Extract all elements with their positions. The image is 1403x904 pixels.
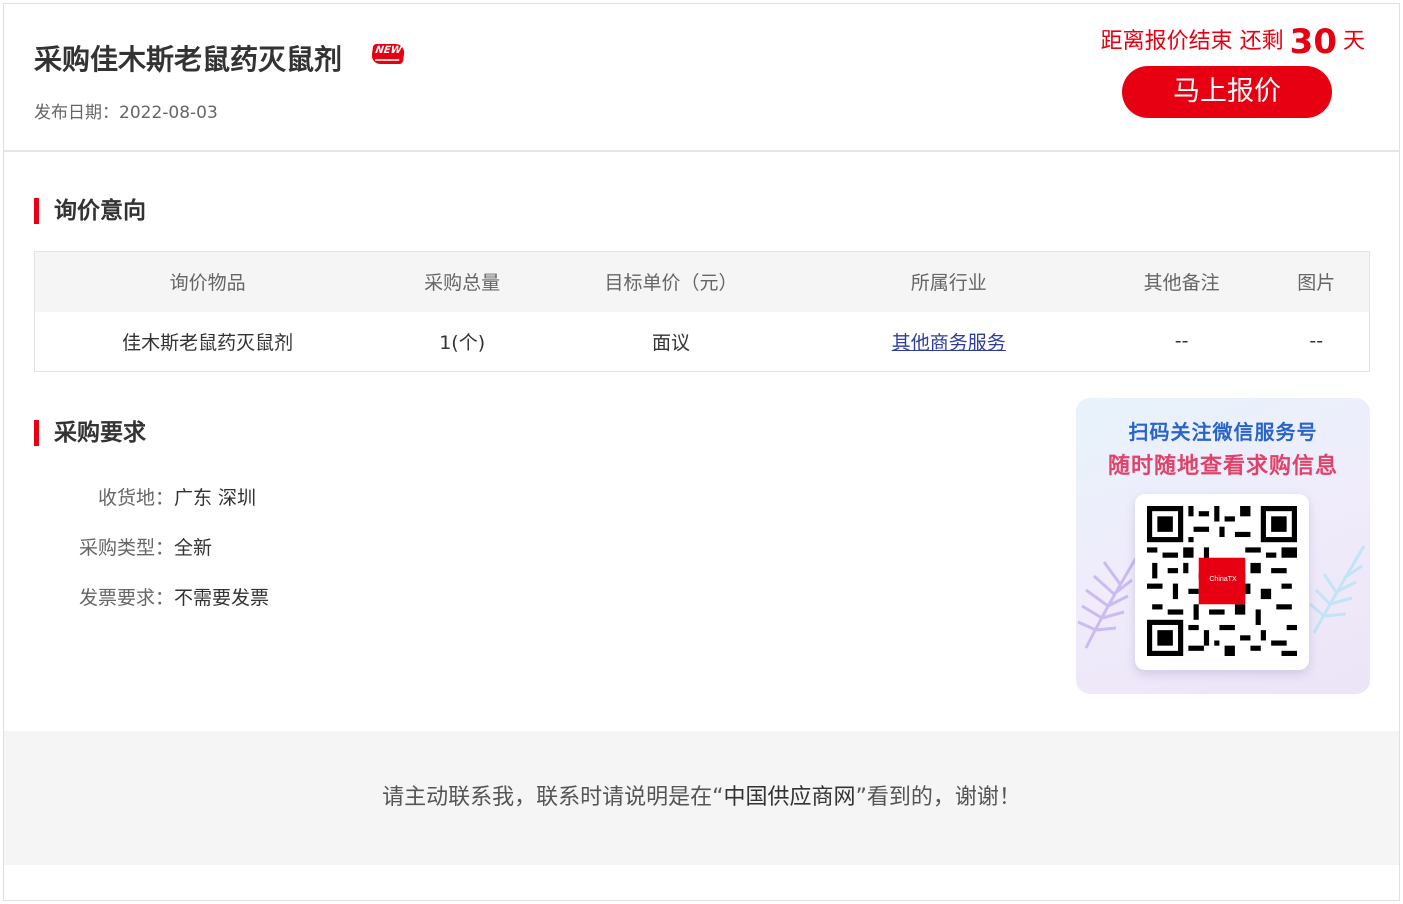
table-row: 佳木斯老鼠药灭鼠剂 1(个) 面议 其他商务服务 -- -- [35, 312, 1370, 372]
footer-site-name: 中国供应商网 [723, 785, 856, 810]
publish-date-label: 发布日期： [34, 103, 119, 123]
col-header-industry: 所属行业 [797, 251, 1100, 312]
cell-quantity: 1(个) [439, 331, 486, 354]
new-badge: NEW [370, 44, 406, 64]
page-header: 采购佳木斯老鼠药灭鼠剂 NEW 发布日期：2022-08-03 距离报价结束 还… [4, 4, 1399, 152]
requirement-value: 全新 [174, 537, 213, 559]
requirements-heading: 采购要求 [34, 420, 146, 446]
quote-countdown: 距离报价结束 还剩 30 天 [1101, 20, 1365, 64]
requirement-key: 发票要求： [78, 587, 174, 609]
footer-text-after: ”看到的，谢谢！ [855, 785, 1021, 810]
col-header-image: 图片 [1263, 251, 1370, 312]
inquiry-heading: 询价意向 [34, 198, 146, 224]
col-header-quantity: 采购总量 [380, 251, 545, 312]
cell-industry: 其他商务服务 [798, 312, 1100, 372]
countdown-prefix: 距离报价结束 还剩 [1100, 29, 1284, 54]
cell-item: 佳木斯老鼠药灭鼠剂 [122, 331, 294, 354]
requirement-key: 采购类型： [78, 537, 174, 559]
countdown-unit: 天 [1342, 29, 1365, 54]
inquiry-table: 询价物品 采购总量 目标单价（元） 所属行业 其他备注 图片 佳木斯老鼠药灭鼠剂… [34, 251, 1370, 372]
col-header-item: 询价物品 [34, 251, 381, 312]
purchase-detail-panel: 采购佳木斯老鼠药灭鼠剂 NEW 发布日期：2022-08-03 距离报价结束 还… [3, 3, 1400, 901]
cell-image: -- [1309, 330, 1324, 353]
footer-text-before: 请主动联系我，联系时请说明是在“ [382, 785, 724, 810]
requirement-invoice: 发票要求：不需要发票 [44, 585, 269, 611]
qr-code: ChinaTX [1135, 494, 1309, 670]
industry-link[interactable]: 其他商务服务 [892, 332, 1006, 354]
quote-now-button[interactable]: 马上报价 [1122, 66, 1332, 118]
col-header-remark: 其他备注 [1099, 251, 1264, 312]
table-header-row: 询价物品 采购总量 目标单价（元） 所属行业 其他备注 图片 [34, 251, 1370, 312]
wechat-qr-card: 扫码关注微信服务号 随时随地查看求购信息 ChinaTX [1076, 398, 1370, 694]
contact-footer: 请主动联系我，联系时请说明是在“中国供应商网”看到的，谢谢！ [4, 731, 1399, 865]
qr-caption-2: 随时随地查看求购信息 [1107, 454, 1338, 479]
requirement-type: 采购类型：全新 [44, 535, 212, 561]
cell-remark: -- [1174, 330, 1189, 353]
requirement-key: 收货地： [97, 487, 174, 509]
countdown-days: 30 [1289, 22, 1337, 62]
requirement-delivery: 收货地：广东 深圳 [44, 485, 256, 511]
cell-price: 面议 [652, 331, 691, 354]
page-title: 采购佳木斯老鼠药灭鼠剂 [34, 43, 343, 76]
qr-caption-1: 扫码关注微信服务号 [1128, 420, 1318, 444]
publish-date-value: 2022-08-03 [119, 103, 218, 123]
requirement-value: 广东 深圳 [174, 487, 257, 509]
publish-date: 发布日期：2022-08-03 [34, 98, 218, 123]
col-header-price: 目标单价（元） [544, 251, 798, 312]
leaf-decoration-right [1309, 545, 1366, 634]
qr-center-logo: ChinaTX [1209, 576, 1237, 583]
requirement-value: 不需要发票 [174, 587, 270, 609]
